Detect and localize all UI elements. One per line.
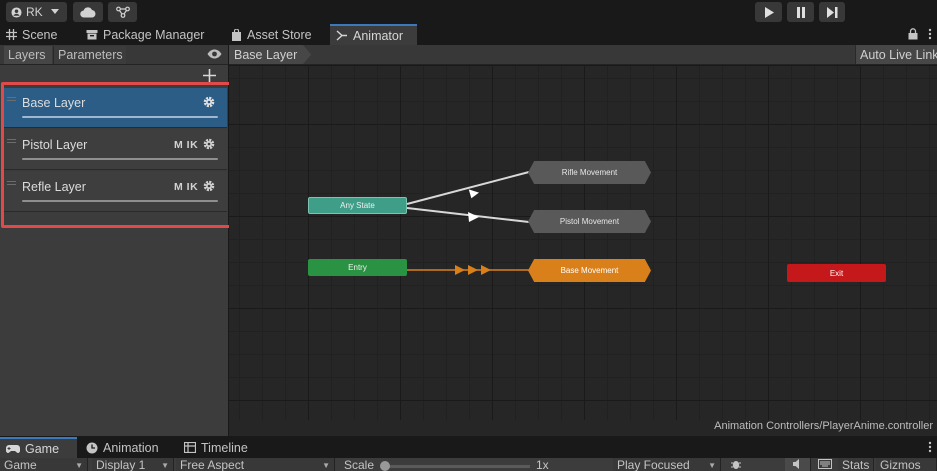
cloud-button[interactable] (73, 2, 103, 22)
scale-slider-track[interactable] (382, 465, 530, 468)
layers-parameters-tabs: Layers Parameters (0, 45, 228, 65)
aspect-dropdown[interactable]: Free Aspect ▼ (176, 458, 335, 471)
transition-arrow (481, 265, 491, 275)
tab-parameters[interactable]: Parameters (53, 46, 126, 64)
package-icon (86, 30, 98, 40)
transition-edges (406, 171, 530, 275)
cloud-icon (80, 6, 96, 18)
transition-arrow (455, 265, 465, 275)
transition-arrow (468, 189, 479, 199)
gizmos-button[interactable]: Gizmos (876, 458, 937, 471)
transition-any-to-rifle[interactable] (406, 171, 530, 205)
more-vertical-icon[interactable] (928, 441, 932, 453)
scale-value: 1x (536, 458, 549, 471)
tab-layers[interactable]: Layers (4, 46, 52, 64)
play-mode-dropdown[interactable]: Play Focused ▼ (613, 458, 721, 471)
breadcrumb[interactable]: Base Layer (229, 45, 312, 64)
state-base-movement[interactable]: Base Movement (528, 259, 651, 282)
tab-animation-label: Animation (103, 440, 159, 455)
tab-game[interactable]: Game (0, 437, 77, 458)
aspect-value: Free Aspect (180, 458, 245, 471)
collab-icon (115, 6, 130, 18)
tab-animation[interactable]: Animation (80, 437, 176, 458)
bug-icon (731, 461, 741, 469)
eye-icon[interactable] (207, 49, 222, 59)
store-icon (232, 28, 241, 41)
state-exit[interactable]: Exit (787, 264, 886, 282)
scale-control: Scale 1x (340, 458, 610, 471)
caret-down-icon: ▼ (75, 461, 83, 470)
main-toolbar: RK (0, 0, 937, 24)
tab-scene-label: Scene (22, 27, 58, 42)
highlight-box (1, 82, 244, 228)
game-mode-dropdown[interactable]: Game ▼ (0, 458, 88, 471)
tab-game-label: Game (25, 441, 60, 456)
caret-down-icon: ▼ (708, 461, 716, 470)
game-view-toolbar: Game ▼ Display 1 ▼ Free Aspect ▼ Scale 1… (0, 458, 937, 471)
bug-button[interactable] (726, 458, 748, 471)
scale-label: Scale (344, 458, 375, 471)
stats-button[interactable]: Stats (838, 458, 874, 471)
tab-package-label: Package Manager (103, 27, 205, 42)
caret-down-icon: ▼ (161, 461, 169, 470)
graph-header: Base Layer Auto Live Link (229, 45, 937, 65)
controller-path: Animation Controllers/PlayerAnime.contro… (229, 420, 937, 436)
pause-icon (796, 6, 805, 18)
tab-scene[interactable]: Scene (0, 24, 75, 45)
caret-down-icon (50, 9, 59, 14)
tab-package-manager[interactable]: Package Manager (80, 24, 218, 45)
timeline-icon (184, 442, 196, 453)
account-label: RK (26, 5, 43, 19)
keyboard-button[interactable] (814, 458, 836, 471)
clock-icon (86, 442, 98, 453)
gamepad-icon (6, 444, 20, 453)
auto-live-link-button[interactable]: Auto Live Link (855, 45, 937, 64)
display-value: Display 1 (96, 458, 146, 471)
state-rifle-movement[interactable]: Rifle Movement (528, 161, 651, 184)
state-entry[interactable]: Entry (308, 259, 407, 276)
tab-asset-store[interactable]: Asset Store (225, 24, 328, 45)
editor-tab-strip: Scene Package Manager Asset Store Animat… (0, 24, 937, 45)
display-dropdown[interactable]: Display 1 ▼ (92, 458, 174, 471)
transition-arrow (468, 212, 479, 222)
mute-icon (793, 459, 799, 469)
step-icon (826, 6, 837, 18)
more-vertical-icon[interactable] (928, 28, 932, 40)
animator-graph-canvas[interactable]: Any State Entry Rifle Movement Pistol Mo… (229, 66, 937, 420)
state-any-state[interactable]: Any State (308, 197, 407, 214)
step-button[interactable] (819, 2, 845, 22)
play-button[interactable] (755, 2, 782, 22)
transition-any-to-pistol[interactable] (406, 207, 530, 223)
pause-button[interactable] (787, 2, 814, 22)
keyboard-icon (818, 459, 832, 469)
tab-asset-label: Asset Store (247, 27, 312, 42)
collab-button[interactable] (108, 2, 137, 22)
transition-arrow (468, 265, 478, 275)
caret-down-icon: ▼ (322, 461, 330, 470)
play-mode-value: Play Focused (617, 458, 690, 471)
lock-icon[interactable] (908, 28, 918, 40)
game-mode-value: Game (4, 458, 37, 471)
tab-timeline[interactable]: Timeline (178, 437, 258, 458)
account-icon (11, 6, 22, 18)
bottom-tab-strip: Game Animation Timeline (0, 437, 937, 458)
tab-animator[interactable]: Animator (330, 24, 417, 45)
grid-icon (6, 29, 17, 40)
tab-timeline-label: Timeline (201, 440, 248, 455)
state-pistol-movement[interactable]: Pistol Movement (528, 210, 651, 233)
mute-audio-button[interactable] (785, 458, 811, 471)
play-icon (764, 6, 774, 18)
animator-icon (336, 30, 347, 41)
account-dropdown[interactable]: RK (6, 2, 67, 22)
scale-slider-thumb[interactable] (380, 461, 390, 471)
tab-animator-label: Animator (353, 28, 404, 43)
